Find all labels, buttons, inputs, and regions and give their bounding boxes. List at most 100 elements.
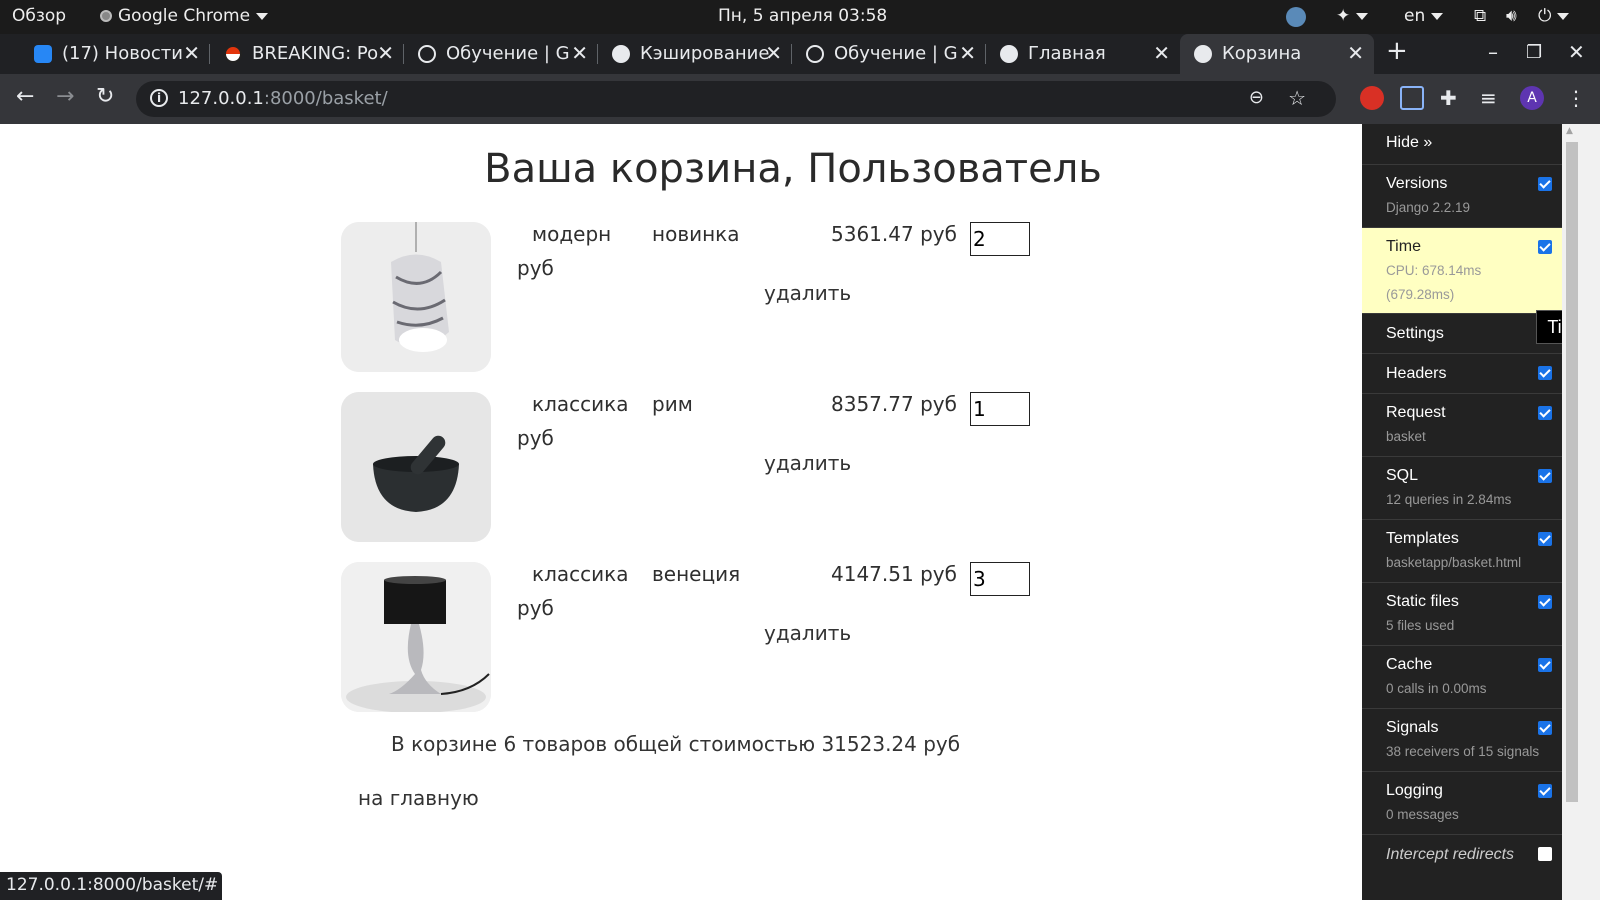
avatar-icon[interactable] [1286, 7, 1306, 27]
app-menu[interactable]: Google Chrome [100, 6, 269, 26]
new-tab-button[interactable]: + [1386, 36, 1408, 66]
zoom-icon[interactable]: ⊖ [1249, 87, 1264, 108]
panel-title: SQL [1386, 467, 1419, 484]
accessibility-icon[interactable]: ✦ [1336, 6, 1369, 26]
panel-templates[interactable]: Templates basketapp/basket.html [1362, 519, 1562, 582]
delete-link[interactable]: удалить [764, 451, 851, 475]
network-icon[interactable]: ⧉ [1474, 6, 1486, 26]
reload-button[interactable]: ↻ [96, 84, 114, 109]
hide-toolbar-button[interactable]: Hide » [1386, 134, 1432, 152]
info-icon[interactable]: i [150, 89, 168, 107]
tab-6-active[interactable]: Корзина ✕ [1180, 34, 1374, 74]
tab-3[interactable]: Кэширование ✕ [598, 34, 792, 74]
menu-kebab-icon[interactable]: ⋮ [1566, 86, 1590, 110]
media-control-icon[interactable]: ≡ [1480, 86, 1504, 110]
url-text[interactable]: 127.0.0.1:8000/basket/ [178, 88, 388, 109]
close-icon[interactable]: ✕ [1153, 41, 1170, 65]
tab-title: Кэширование [640, 43, 770, 64]
maximize-button[interactable]: ❐ [1526, 42, 1542, 63]
tab-2[interactable]: Обучение | G ✕ [404, 34, 598, 74]
panel-cache[interactable]: Cache 0 calls in 0.00ms [1362, 645, 1562, 708]
item-name: новинка [652, 222, 740, 246]
panel-checkbox[interactable] [1538, 469, 1552, 483]
panel-intercept-redirects[interactable]: Intercept redirects [1362, 834, 1562, 874]
product-image-mortar [341, 392, 491, 542]
panel-checkbox[interactable] [1538, 784, 1552, 798]
item-price: 4147.51 руб [831, 562, 957, 586]
panel-checkbox[interactable] [1538, 366, 1552, 380]
delete-link[interactable]: удалить [764, 621, 851, 645]
panel-signals[interactable]: Signals 38 receivers of 15 signals [1362, 708, 1562, 771]
close-icon[interactable]: ✕ [959, 41, 976, 65]
panel-checkbox[interactable] [1538, 658, 1552, 672]
quantity-input[interactable] [970, 222, 1030, 256]
close-icon[interactable]: ✕ [183, 41, 200, 65]
forward-button[interactable]: → [56, 84, 74, 109]
page-title: Ваша корзина, Пользователь [484, 146, 1102, 192]
tab-title: Главная [1028, 43, 1106, 64]
minimize-button[interactable]: – [1488, 40, 1498, 64]
power-icon[interactable]: ⏻ [1538, 6, 1570, 26]
panel-settings[interactable]: Settings [1362, 313, 1562, 353]
tab-4[interactable]: Обучение | G ✕ [792, 34, 986, 74]
item-category: классика [532, 562, 629, 586]
panel-time[interactable]: Time CPU: 678.14ms (679.28ms) [1362, 227, 1562, 313]
quantity-input[interactable] [970, 392, 1030, 426]
close-icon[interactable]: ✕ [377, 41, 394, 65]
tab-title: BREAKING: Po [252, 43, 379, 64]
panel-title: Logging [1386, 782, 1443, 799]
app-name: Google Chrome [118, 6, 251, 26]
panel-checkbox[interactable] [1538, 847, 1552, 861]
item-name: венеция [652, 562, 741, 586]
close-icon[interactable]: ✕ [1347, 41, 1364, 65]
language-selector[interactable]: en [1404, 6, 1444, 26]
globe-icon [1000, 45, 1018, 63]
extensions-puzzle-icon[interactable]: ✚ [1440, 86, 1464, 110]
tab-title: Обучение | G [834, 43, 958, 64]
volume-icon[interactable]: 🔊︎ [1506, 6, 1517, 26]
panel-checkbox[interactable] [1538, 721, 1552, 735]
home-link[interactable]: на главную [358, 786, 479, 810]
tab-title: Корзина [1222, 43, 1302, 64]
panel-checkbox[interactable] [1538, 406, 1552, 420]
panel-title: Headers [1386, 365, 1447, 382]
panel-title: Static files [1386, 593, 1459, 610]
bookmark-star-icon[interactable]: ☆ [1288, 86, 1306, 110]
panel-versions[interactable]: Versions Django 2.2.19 [1362, 164, 1562, 227]
panel-sql[interactable]: SQL 12 queries in 2.84ms [1362, 456, 1562, 519]
panel-checkbox[interactable] [1538, 177, 1552, 191]
panel-title: Time [1386, 238, 1421, 255]
tab-0[interactable]: (17) Новости ✕ [20, 34, 210, 74]
activities-button[interactable]: Обзор [12, 6, 66, 26]
address-bar[interactable]: i 127.0.0.1:8000/basket/ ⊖ ☆ [136, 81, 1336, 117]
panel-subtitle: CPU: 678.14ms [1386, 263, 1482, 278]
tab-5[interactable]: Главная ✕ [986, 34, 1180, 74]
back-button[interactable]: ← [16, 84, 34, 109]
close-icon[interactable]: ✕ [571, 41, 588, 65]
window-close-button[interactable]: ✕ [1568, 40, 1585, 64]
panel-title: Request [1386, 404, 1446, 421]
panel-logging[interactable]: Logging 0 messages [1362, 771, 1562, 834]
quantity-input[interactable] [970, 562, 1030, 596]
panel-request[interactable]: Request basket [1362, 393, 1562, 456]
panel-static-files[interactable]: Static files 5 files used [1362, 582, 1562, 645]
extension-window-icon[interactable] [1400, 86, 1424, 110]
item-name: рим [652, 392, 693, 416]
panel-subtitle: basketapp/basket.html [1386, 555, 1522, 570]
panel-subtitle: 12 queries in 2.84ms [1386, 492, 1512, 507]
close-icon[interactable]: ✕ [765, 41, 782, 65]
panel-checkbox[interactable] [1538, 595, 1552, 609]
scroll-up-icon[interactable]: ▲ [1566, 126, 1573, 136]
panel-headers[interactable]: Headers [1362, 353, 1562, 393]
item-category: модерн [532, 222, 612, 246]
scrollbar[interactable]: ▲ [1562, 124, 1600, 900]
extension-adblock-icon[interactable] [1360, 86, 1384, 110]
panel-checkbox[interactable] [1538, 532, 1552, 546]
scrollbar-thumb[interactable] [1566, 142, 1578, 802]
browser-toolbar: ← → ↻ i 127.0.0.1:8000/basket/ ⊖ ☆ ✚ ≡ A… [0, 74, 1600, 124]
delete-link[interactable]: удалить [764, 281, 851, 305]
tab-1[interactable]: BREAKING: Po ✕ [210, 34, 404, 74]
clock[interactable]: Пн, 5 апреля 03:58 [718, 6, 887, 26]
panel-checkbox[interactable] [1538, 240, 1552, 254]
profile-avatar[interactable]: A [1520, 86, 1544, 110]
